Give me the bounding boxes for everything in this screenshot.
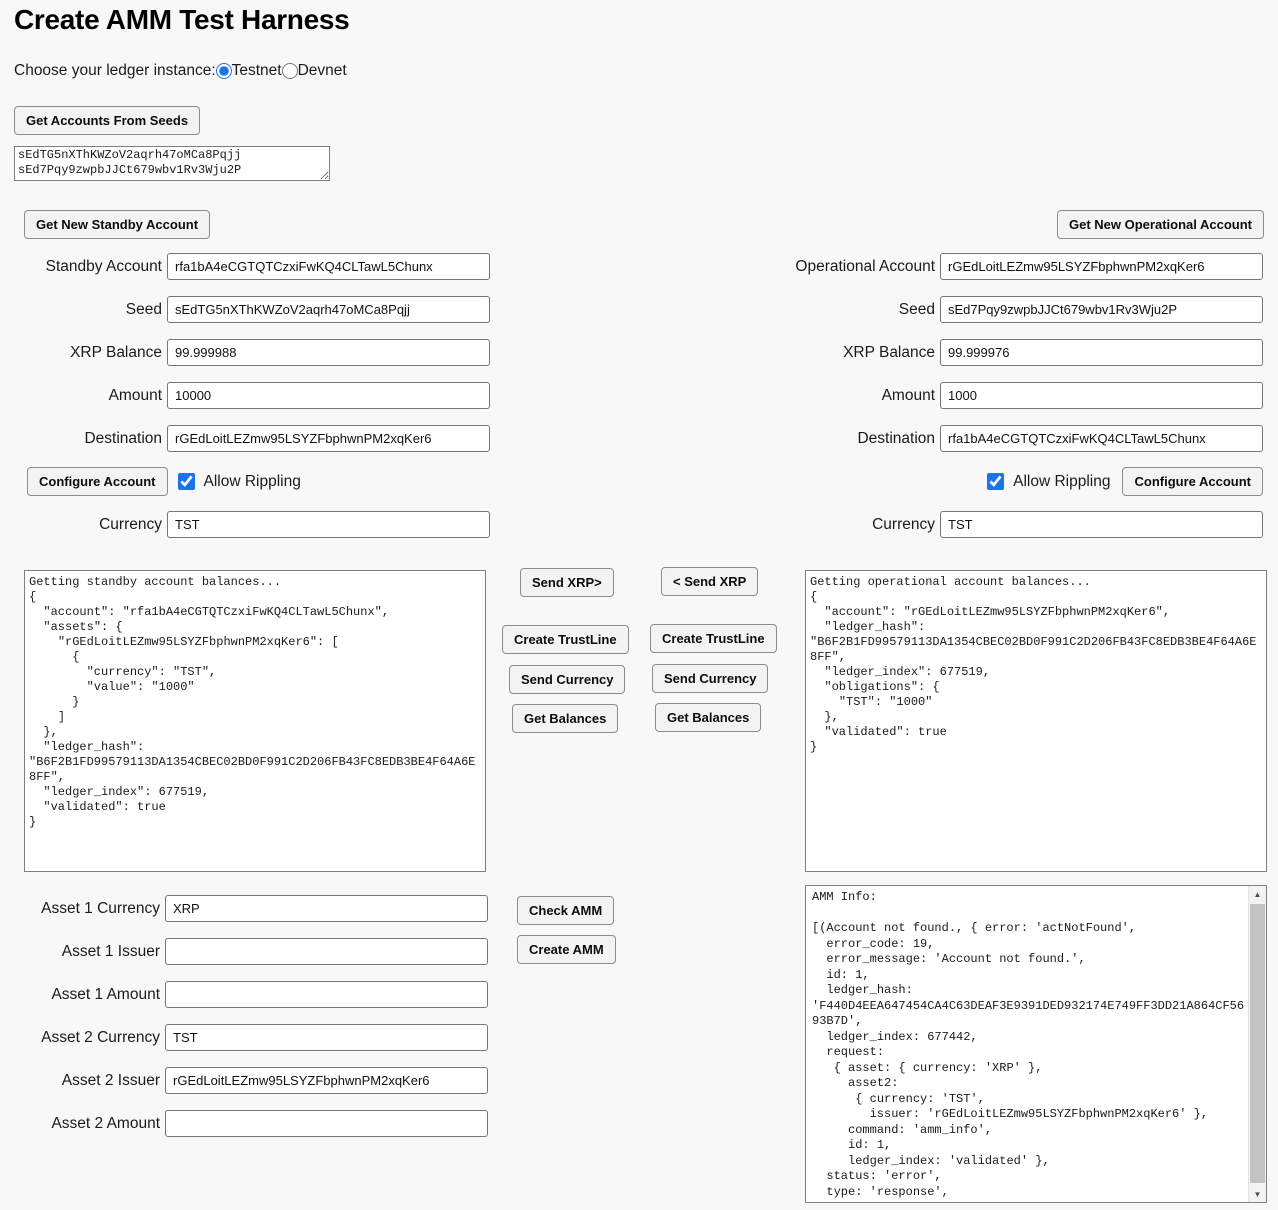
operational-destination-input[interactable]: [940, 425, 1263, 452]
create-amm-button[interactable]: Create AMM: [517, 935, 616, 964]
standby-send-currency-button[interactable]: Send Currency: [509, 665, 625, 694]
operational-amount-row: Amount: [757, 382, 1263, 409]
asset1-amount-input[interactable]: [165, 981, 488, 1008]
operational-destination-row: Destination: [757, 425, 1263, 452]
asset1-issuer-input[interactable]: [165, 938, 488, 965]
operational-seed-input[interactable]: [940, 296, 1263, 323]
asset1-currency-row: Asset 1 Currency: [0, 895, 488, 922]
standby-account-row: Standby Account: [0, 253, 490, 280]
operational-account-label: Operational Account: [757, 258, 935, 276]
standby-results-textarea[interactable]: Getting standby account balances... { "a…: [24, 570, 486, 872]
asset2-amount-row: Asset 2 Amount: [0, 1110, 488, 1137]
operational-amount-label: Amount: [757, 387, 935, 405]
scrollbar-thumb[interactable]: [1250, 904, 1265, 1183]
operational-amount-input[interactable]: [940, 382, 1263, 409]
get-new-operational-account-button[interactable]: Get New Operational Account: [1057, 210, 1264, 239]
operational-allow-rippling-checkbox[interactable]: [987, 473, 1004, 490]
operational-currency-label: Currency: [757, 516, 935, 534]
scroll-up-icon[interactable]: ▲: [1249, 886, 1266, 902]
operational-xrp-balance-row: XRP Balance: [757, 339, 1263, 366]
asset1-currency-input[interactable]: [165, 895, 488, 922]
standby-create-trustline-button[interactable]: Create TrustLine: [502, 625, 629, 654]
asset2-currency-label: Asset 2 Currency: [0, 1029, 160, 1047]
operational-seed-row: Seed: [757, 296, 1263, 323]
standby-amount-label: Amount: [0, 387, 162, 405]
page-title: Create AMM Test Harness: [14, 4, 349, 36]
asset2-issuer-row: Asset 2 Issuer: [0, 1067, 488, 1094]
standby-xrp-balance-row: XRP Balance: [0, 339, 490, 366]
standby-destination-row: Destination: [0, 425, 490, 452]
operational-configure-row: Allow Rippling Configure Account: [987, 467, 1263, 496]
asset1-issuer-label: Asset 1 Issuer: [0, 943, 160, 961]
asset2-issuer-label: Asset 2 Issuer: [0, 1072, 160, 1090]
standby-xrp-balance-label: XRP Balance: [0, 344, 162, 362]
operational-allow-rippling-label: Allow Rippling: [1013, 473, 1110, 491]
standby-account-input[interactable]: [167, 253, 490, 280]
devnet-radio[interactable]: [282, 63, 298, 79]
standby-account-label: Standby Account: [0, 258, 162, 276]
operational-xrp-balance-label: XRP Balance: [757, 344, 935, 362]
devnet-label: Devnet: [298, 62, 347, 80]
operational-create-trustline-button[interactable]: Create TrustLine: [650, 624, 777, 653]
operational-send-currency-button[interactable]: Send Currency: [652, 664, 768, 693]
asset1-issuer-row: Asset 1 Issuer: [0, 938, 488, 965]
operational-currency-input[interactable]: [940, 511, 1263, 538]
operational-account-row: Operational Account: [757, 253, 1263, 280]
asset2-currency-row: Asset 2 Currency: [0, 1024, 488, 1051]
standby-destination-label: Destination: [0, 430, 162, 448]
standby-xrp-balance-input[interactable]: [167, 339, 490, 366]
asset2-currency-input[interactable]: [165, 1024, 488, 1051]
amm-info-panel: AMM Info: [(Account not found., { error:…: [805, 885, 1267, 1203]
operational-configure-account-button[interactable]: Configure Account: [1122, 467, 1263, 496]
standby-seed-label: Seed: [0, 301, 162, 319]
asset2-amount-input[interactable]: [165, 1110, 488, 1137]
amm-info-text: AMM Info: [(Account not found., { error:…: [806, 886, 1249, 1202]
standby-seed-row: Seed: [0, 296, 490, 323]
operational-currency-row: Currency: [757, 511, 1263, 538]
create-amm-test-harness-page: Create AMM Test Harness Choose your ledg…: [0, 0, 1278, 1210]
standby-amount-input[interactable]: [167, 382, 490, 409]
operational-destination-label: Destination: [757, 430, 935, 448]
standby-currency-input[interactable]: [167, 511, 490, 538]
asset1-currency-label: Asset 1 Currency: [0, 900, 160, 918]
operational-results-textarea[interactable]: Getting operational account balances... …: [805, 570, 1267, 872]
send-xrp-to-operational-button[interactable]: Send XRP>: [520, 568, 614, 597]
asset1-amount-label: Asset 1 Amount: [0, 986, 160, 1004]
get-new-standby-account-button[interactable]: Get New Standby Account: [24, 210, 210, 239]
get-accounts-from-seeds-button[interactable]: Get Accounts From Seeds: [14, 106, 200, 135]
operational-account-input[interactable]: [940, 253, 1263, 280]
standby-allow-rippling-label: Allow Rippling: [204, 473, 301, 491]
operational-seed-label: Seed: [757, 301, 935, 319]
asset1-amount-row: Asset 1 Amount: [0, 981, 488, 1008]
ledger-instance-row: Choose your ledger instance: Testnet Dev…: [14, 62, 347, 80]
testnet-label: Testnet: [232, 62, 282, 80]
operational-get-balances-button[interactable]: Get Balances: [655, 703, 761, 732]
testnet-radio[interactable]: [216, 63, 232, 79]
standby-currency-row: Currency: [0, 511, 490, 538]
standby-get-balances-button[interactable]: Get Balances: [512, 704, 618, 733]
operational-xrp-balance-input[interactable]: [940, 339, 1263, 366]
standby-allow-rippling-checkbox[interactable]: [178, 473, 195, 490]
ledger-instance-label: Choose your ledger instance:: [14, 62, 216, 80]
standby-currency-label: Currency: [0, 516, 162, 534]
amm-info-scrollbar[interactable]: ▲ ▼: [1248, 886, 1266, 1202]
standby-configure-row: Configure Account Allow Rippling: [27, 467, 301, 496]
scrollbar-track[interactable]: [1249, 902, 1266, 1186]
send-xrp-to-standby-button[interactable]: < Send XRP: [661, 567, 758, 596]
standby-amount-row: Amount: [0, 382, 490, 409]
standby-configure-account-button[interactable]: Configure Account: [27, 467, 168, 496]
standby-destination-input[interactable]: [167, 425, 490, 452]
seeds-textarea[interactable]: sEdTG5nXThKWZoV2aqrh47oMCa8Pqjj sEd7Pqy9…: [14, 146, 330, 181]
asset2-issuer-input[interactable]: [165, 1067, 488, 1094]
asset2-amount-label: Asset 2 Amount: [0, 1115, 160, 1133]
check-amm-button[interactable]: Check AMM: [517, 896, 614, 925]
standby-seed-input[interactable]: [167, 296, 490, 323]
scroll-down-icon[interactable]: ▼: [1249, 1186, 1266, 1202]
